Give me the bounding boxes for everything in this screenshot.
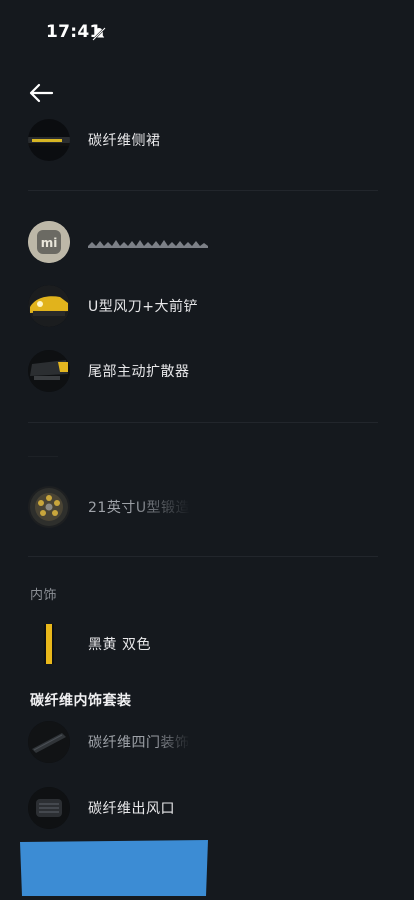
carbon-side-skirt-thumbnail [28, 119, 70, 161]
item-label: 尾部主动扩散器 [88, 364, 190, 380]
option-u-spoiler[interactable]: U型风刀+大前铲 [28, 284, 388, 328]
wheel-thumbnail [28, 486, 70, 528]
option-wheel-21[interactable]: 21英寸U型锻造 [28, 485, 388, 529]
option-redacted[interactable]: mi [28, 220, 388, 264]
redaction-block [20, 840, 208, 896]
svg-text:mi: mi [41, 236, 58, 250]
item-label: U型风刀+大前铲 [88, 299, 198, 315]
back-arrow-icon [29, 83, 54, 103]
option-carbon-vent[interactable]: 碳纤维出风口 [28, 786, 388, 830]
option-rear-diffuser[interactable]: 尾部主动扩散器 [28, 349, 388, 393]
option-interior-color[interactable]: 黑黄 双色 [28, 622, 388, 666]
item-label: 碳纤维侧裙 [88, 133, 161, 149]
divider [28, 556, 378, 557]
section-interior-label: 内饰 [30, 588, 58, 603]
color-swatch [28, 623, 70, 665]
divider [28, 422, 378, 423]
item-label: 黑黄 双色 [88, 637, 151, 653]
back-button[interactable] [26, 80, 56, 106]
option-carbon-side-skirt[interactable]: 碳纤维侧裙 [28, 118, 388, 162]
item-label: 碳纤维出风口 [88, 801, 175, 817]
door-trim-thumbnail [28, 721, 70, 763]
mi-logo-thumbnail: mi [28, 221, 70, 263]
item-label: 碳纤维四门装饰 [88, 728, 190, 752]
status-bar: 17:41 [0, 0, 414, 64]
blurred-label [88, 235, 208, 249]
divider-short [28, 456, 58, 457]
notification-bell-icon [92, 26, 106, 41]
front-spoiler-thumbnail [28, 285, 70, 327]
rear-diffuser-thumbnail [28, 350, 70, 392]
air-vent-thumbnail [28, 787, 70, 829]
section-carbon-interior-kit-title: 碳纤维内饰套装 [30, 693, 132, 709]
item-label: 21英寸U型锻造 [88, 493, 191, 517]
option-carbon-door-trim[interactable]: 碳纤维四门装饰 [28, 720, 388, 764]
divider [28, 190, 378, 191]
